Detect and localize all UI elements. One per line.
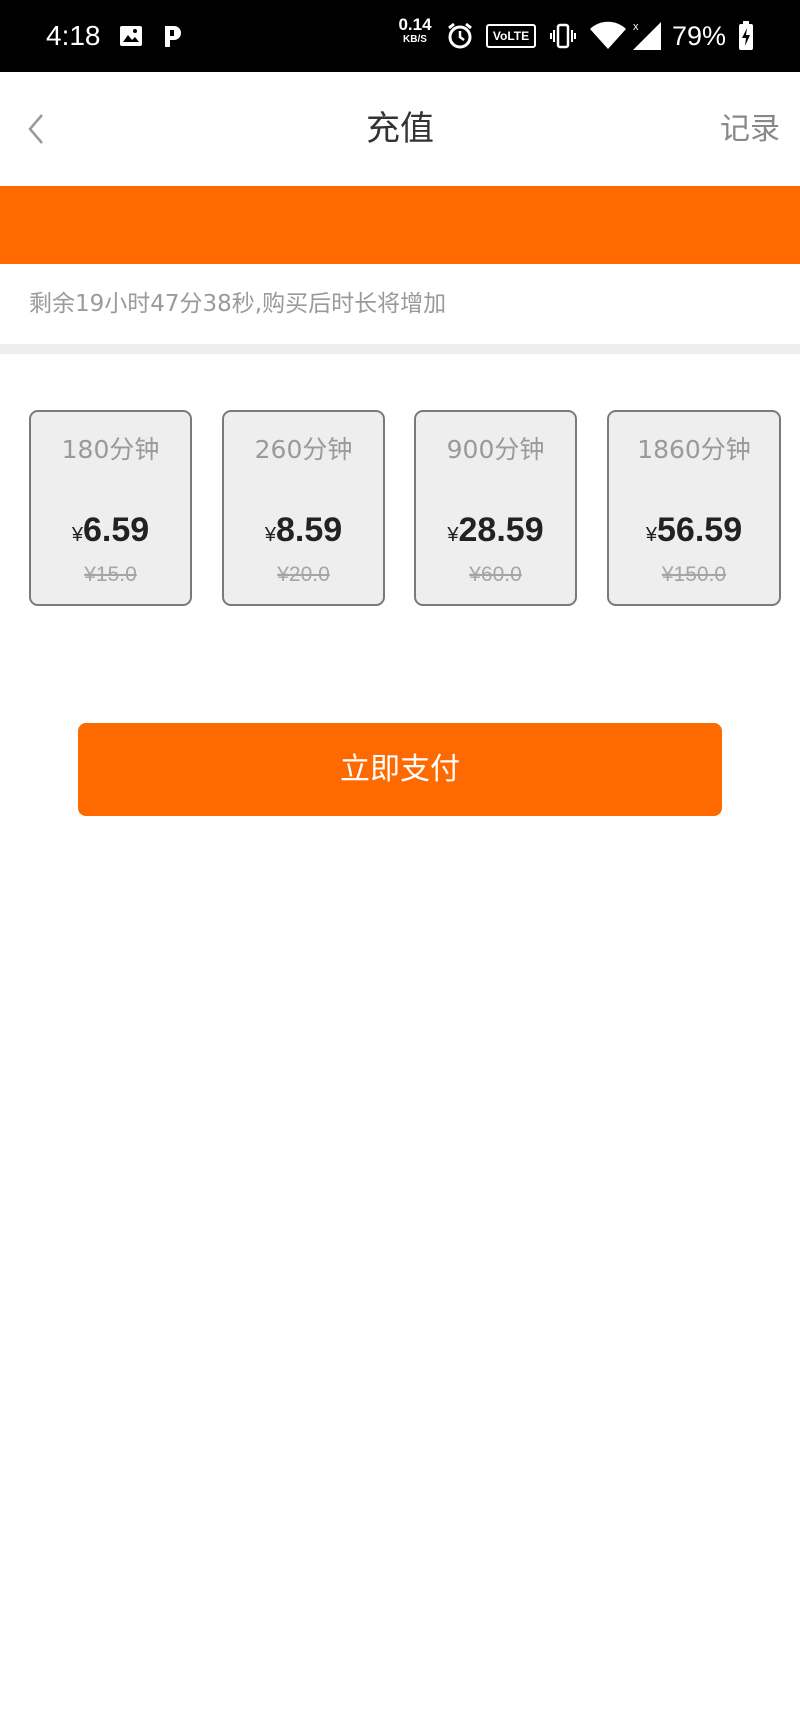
image-icon [118, 20, 144, 52]
signal-icon: x [630, 20, 666, 52]
pay-now-button[interactable]: 立即支付 [78, 723, 722, 816]
battery-percent: 79% [672, 21, 727, 51]
remaining-info: 剩余19小时47分38秒,购买后时长将增加 [0, 264, 800, 344]
page-title: 充值 [366, 109, 434, 149]
nav-bar: 充值 记录 [0, 72, 800, 186]
volte-badge: VoLTE [486, 24, 536, 48]
package-minutes: 1860分钟 [637, 435, 751, 464]
back-button[interactable] [20, 106, 52, 152]
net-speed-value: 0.14 [398, 15, 432, 34]
package-card-1860[interactable]: 1860分钟 ¥56.59 ¥150.0 [607, 410, 781, 606]
package-original-price: ¥20.0 [277, 563, 330, 586]
package-price: ¥8.59 [224, 508, 383, 559]
currency-symbol: ¥ [71, 524, 83, 546]
package-original-price: ¥60.0 [469, 563, 522, 586]
remaining-time-text: 剩余19小时47分38秒,购买后时长将增加 [29, 291, 447, 317]
currency-symbol: ¥ [645, 524, 658, 546]
package-price: ¥6.59 [31, 508, 190, 559]
price-value: 28.59 [458, 511, 544, 549]
orange-banner [0, 186, 800, 264]
vibrate-icon [548, 20, 578, 52]
alarm-icon [444, 20, 476, 52]
package-list: 180分钟 ¥6.59 ¥15.0 260分钟 ¥8.59 ¥20.0 900分… [0, 410, 800, 608]
status-bar: 4:18 0.14 KB/S VoLTE x 79% [0, 0, 800, 72]
status-time: 4:18 [46, 20, 101, 51]
net-speed-unit: KB/S [403, 34, 427, 45]
package-original-price: ¥150.0 [661, 563, 727, 586]
price-value: 56.59 [657, 511, 743, 549]
package-card-180[interactable]: 180分钟 ¥6.59 ¥15.0 [29, 410, 192, 606]
p-app-icon [160, 20, 186, 52]
chevron-left-icon [28, 114, 43, 144]
package-original-price: ¥15.0 [84, 563, 137, 586]
package-minutes: 900分钟 [446, 435, 545, 464]
package-card-900[interactable]: 900分钟 ¥28.59 ¥60.0 [414, 410, 577, 606]
price-value: 6.59 [82, 511, 150, 549]
svg-text:x: x [633, 21, 639, 33]
package-price: ¥56.59 [609, 508, 779, 559]
battery-charging-icon [736, 20, 756, 52]
record-link[interactable]: 记录 [720, 108, 780, 152]
package-minutes: 260分钟 [254, 435, 353, 464]
net-speed: 0.14 KB/S [394, 16, 436, 45]
wifi-icon [588, 20, 628, 52]
section-divider [0, 344, 800, 354]
price-value: 8.59 [275, 511, 343, 549]
currency-symbol: ¥ [264, 524, 276, 546]
package-card-260[interactable]: 260分钟 ¥8.59 ¥20.0 [222, 410, 385, 606]
package-price: ¥28.59 [416, 508, 575, 559]
currency-symbol: ¥ [447, 524, 459, 546]
package-minutes: 180分钟 [61, 435, 160, 464]
